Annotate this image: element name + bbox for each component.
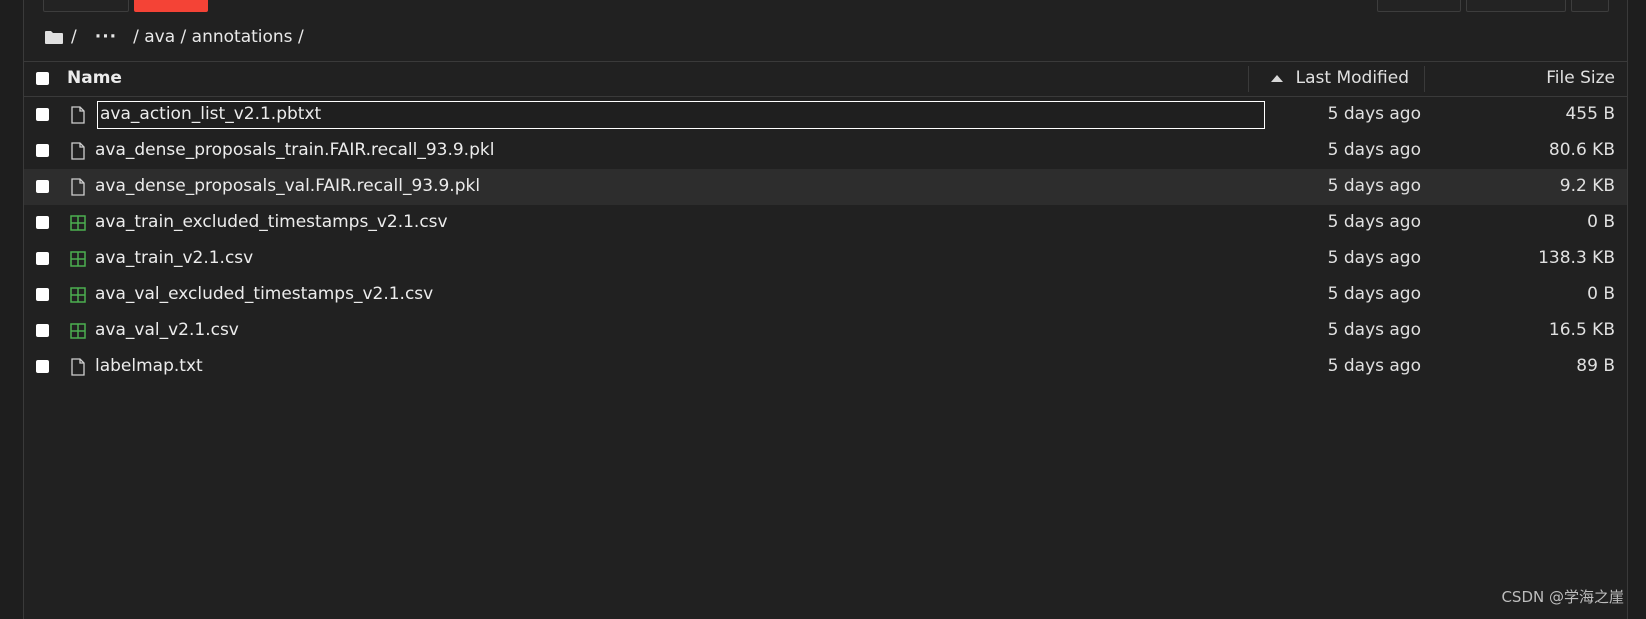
table-row[interactable]: ava_dense_proposals_train.FAIR.recall_93… — [24, 133, 1627, 169]
file-size: 455 B — [1565, 104, 1615, 124]
file-size: 89 B — [1576, 356, 1615, 376]
file-list: ava_action_list_v2.1.pbtxt 5 days ago 45… — [24, 97, 1627, 385]
file-modified: 5 days ago — [1327, 284, 1421, 304]
file-size: 80.6 KB — [1548, 140, 1615, 160]
row-checkbox[interactable] — [36, 252, 49, 265]
table-row[interactable]: labelmap.txt 5 days ago 89 B — [24, 349, 1627, 385]
file-modified: 5 days ago — [1327, 248, 1421, 268]
row-checkbox[interactable] — [36, 216, 49, 229]
row-checkbox[interactable] — [36, 288, 49, 301]
table-row[interactable]: ava_val_v2.1.csv 5 days ago 16.5 KB — [24, 313, 1627, 349]
file-size: 9.2 KB — [1559, 176, 1615, 196]
watermark: CSDN @学海之崖 — [1501, 588, 1624, 606]
file-size: 138.3 KB — [1538, 248, 1615, 268]
sort-ascending-icon[interactable] — [1271, 75, 1283, 82]
breadcrumb: / ··· / ava / annotations / — [45, 26, 304, 48]
file-name[interactable]: ava_val_excluded_timestamps_v2.1.csv — [95, 284, 433, 304]
row-checkbox[interactable] — [36, 180, 49, 193]
table-row[interactable]: ava_action_list_v2.1.pbtxt 5 days ago 45… — [24, 97, 1627, 133]
file-icon — [71, 178, 85, 196]
divider — [1627, 0, 1628, 619]
table-row[interactable]: ava_train_excluded_timestamps_v2.1.csv 5… — [24, 205, 1627, 241]
file-size: 16.5 KB — [1548, 320, 1615, 340]
row-checkbox[interactable] — [36, 324, 49, 337]
file-icon — [71, 358, 85, 376]
row-checkbox[interactable] — [36, 144, 49, 157]
file-name[interactable]: ava_train_excluded_timestamps_v2.1.csv — [95, 212, 448, 232]
column-header-name[interactable]: Name — [67, 68, 122, 88]
table-row[interactable]: ava_val_excluded_timestamps_v2.1.csv 5 d… — [24, 277, 1627, 313]
column-divider[interactable] — [1248, 66, 1249, 92]
spreadsheet-icon — [70, 287, 86, 303]
file-modified: 5 days ago — [1327, 356, 1421, 376]
table-row[interactable]: ava_train_v2.1.csv 5 days ago 138.3 KB — [24, 241, 1627, 277]
folder-icon[interactable] — [45, 30, 63, 44]
file-modified: 5 days ago — [1327, 140, 1421, 160]
spreadsheet-icon — [70, 323, 86, 339]
file-name[interactable]: ava_train_v2.1.csv — [95, 248, 253, 268]
file-name[interactable]: ava_val_v2.1.csv — [95, 320, 239, 340]
breadcrumb-path[interactable]: / ava / annotations / — [133, 27, 304, 47]
file-name[interactable]: ava_dense_proposals_val.FAIR.recall_93.9… — [95, 176, 480, 196]
file-size: 0 B — [1587, 212, 1615, 232]
file-browser: / ··· / ava / annotations / Name Last Mo… — [0, 0, 1646, 619]
toolbar-button[interactable] — [43, 0, 129, 12]
upload-button[interactable] — [1466, 0, 1566, 12]
select-all-checkbox[interactable] — [36, 72, 49, 85]
column-header-size[interactable]: File Size — [1546, 68, 1615, 88]
file-icon — [71, 142, 85, 160]
breadcrumb-ellipsis[interactable]: ··· — [95, 27, 117, 47]
delete-button[interactable] — [134, 0, 208, 12]
file-modified: 5 days ago — [1327, 176, 1421, 196]
column-header-modified[interactable]: Last Modified — [1296, 68, 1409, 88]
file-modified: 5 days ago — [1327, 212, 1421, 232]
refresh-button[interactable] — [1571, 0, 1609, 12]
new-button[interactable] — [1377, 0, 1461, 12]
table-row[interactable]: ava_dense_proposals_val.FAIR.recall_93.9… — [24, 169, 1627, 205]
row-checkbox[interactable] — [36, 108, 49, 121]
file-size: 0 B — [1587, 284, 1615, 304]
file-name[interactable]: labelmap.txt — [95, 356, 203, 376]
table-header: Name Last Modified File Size — [24, 61, 1627, 97]
file-icon — [71, 106, 85, 124]
file-modified: 5 days ago — [1327, 320, 1421, 340]
file-name[interactable]: ava_dense_proposals_train.FAIR.recall_93… — [95, 140, 494, 160]
file-modified: 5 days ago — [1327, 104, 1421, 124]
column-divider[interactable] — [1424, 66, 1425, 92]
spreadsheet-icon — [70, 215, 86, 231]
spreadsheet-icon — [70, 251, 86, 267]
row-checkbox[interactable] — [36, 360, 49, 373]
file-name-rename-input[interactable]: ava_action_list_v2.1.pbtxt — [97, 101, 1265, 129]
breadcrumb-separator: / — [71, 27, 77, 47]
